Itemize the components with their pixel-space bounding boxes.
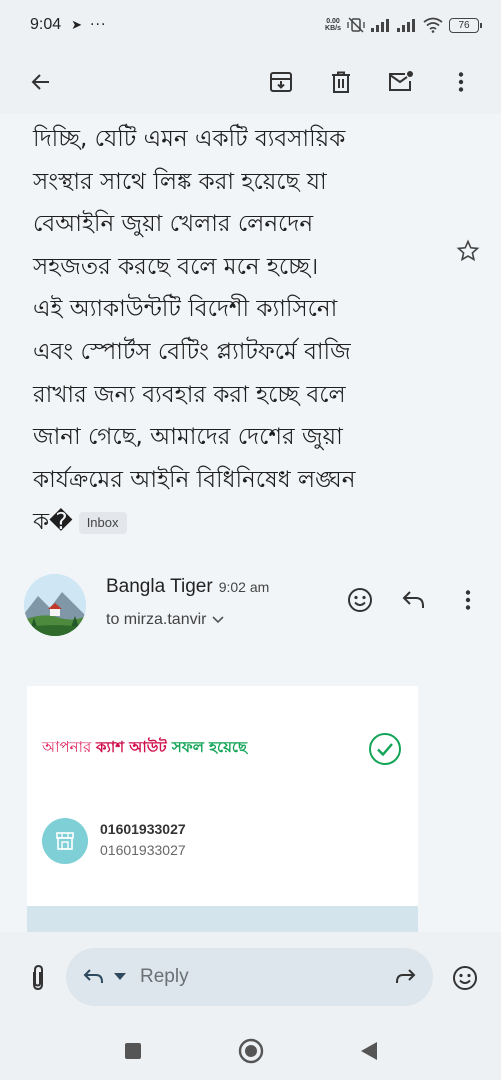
- signal-icon-2: [397, 19, 415, 32]
- body-line-last: ক� Inbox: [33, 501, 433, 544]
- home-button[interactable]: [235, 1035, 267, 1067]
- star-button[interactable]: [452, 235, 484, 267]
- body-line: সংস্থার সাথে লিঙ্ক করা হয়েছে যা: [33, 168, 327, 195]
- signal-icon-1: [371, 19, 389, 32]
- body-line: জানা গেছে, আমাদের দেশের জুয়া: [33, 424, 343, 451]
- paperclip-icon: [33, 964, 43, 991]
- email-content: দিচ্ছি, যেটি এমন একটি ব্যবসায়িক সংস্থার…: [0, 114, 501, 932]
- emoji-icon: [453, 966, 477, 990]
- network-speed-value: 0.00: [326, 18, 340, 25]
- body-line: বেআইনি জুয়া খেলার লেনদেন: [33, 211, 314, 238]
- status-time: 9:04: [30, 16, 62, 33]
- mail-unread-icon: [389, 71, 413, 91]
- body-line: এই অ্যাকাউন্টটি বিদেশী ক্যাসিনো: [33, 296, 338, 323]
- chevron-down-icon: [212, 616, 225, 624]
- network-speed-unit: KB/s: [325, 25, 341, 32]
- emoji-react-button[interactable]: [449, 962, 481, 994]
- archive-icon: [270, 72, 292, 92]
- wifi-icon: [423, 17, 443, 33]
- sent-time: 9:02 am: [218, 579, 270, 595]
- system-nav-bar: [0, 1022, 501, 1080]
- star-icon: [456, 239, 480, 262]
- emoji-icon: [348, 588, 372, 612]
- square-icon: [124, 1043, 141, 1059]
- merchant-number: 01601933027: [100, 842, 186, 858]
- merchant-avatar: [42, 818, 88, 864]
- landscape-avatar-image: [24, 574, 86, 636]
- more-vert-icon: [458, 72, 464, 92]
- archive-button[interactable]: [265, 66, 297, 98]
- recents-button[interactable]: [117, 1035, 149, 1067]
- location-arrow-icon: ➤: [71, 17, 83, 33]
- reply-icon: [83, 969, 103, 983]
- react-button[interactable]: [344, 584, 376, 616]
- recipient-toggle[interactable]: to mirza.tanvir: [106, 611, 225, 629]
- headline-prefix: আপনার: [42, 738, 97, 756]
- battery-icon: 76: [449, 17, 482, 33]
- arrow-left-icon: [31, 74, 49, 90]
- reply-bar: Reply: [0, 932, 501, 1022]
- reply-icon: [402, 591, 424, 608]
- body-line: রাখার জন্য ব্যবহার করা হচ্ছে বলে: [33, 381, 346, 408]
- body-line: এবং স্পোর্টস বেটিং প্ল্যাটফর্মে বাজি: [33, 338, 351, 365]
- headline-success: সফল হয়েছে: [171, 738, 248, 756]
- success-check-icon: [369, 733, 401, 765]
- inbox-label-chip[interactable]: Inbox: [78, 511, 127, 534]
- delete-button[interactable]: [325, 66, 357, 98]
- headline-cashout: ক্যাশ আউট: [96, 738, 172, 756]
- reply-label: Reply: [140, 966, 189, 987]
- status-bar: 9:04 ➤ ··· 0.00 KB/s 76: [0, 0, 501, 50]
- email-body: দিচ্ছি, যেটি এমন একটি ব্যবসায়িক সংস্থার…: [33, 118, 433, 544]
- message-more-button[interactable]: [452, 584, 484, 616]
- merchant-name: 01601933027: [100, 821, 186, 837]
- sender-name: Bangla Tiger: [106, 576, 213, 597]
- email-toolbar: [0, 50, 501, 114]
- body-line-text: ক�: [33, 509, 73, 536]
- recipient-text: to mirza.tanvir: [106, 611, 207, 628]
- network-speed: 0.00 KB/s: [325, 18, 341, 32]
- sender-name-line: Bangla Tiger 9:02 am: [106, 576, 269, 598]
- reply-button[interactable]: [398, 584, 430, 616]
- sender-avatar[interactable]: [24, 574, 86, 636]
- caret-down-icon[interactable]: [114, 973, 126, 981]
- card-footer: [27, 906, 418, 932]
- cashout-headline: আপনার ক্যাশ আউট সফল হয়েছে: [42, 736, 247, 761]
- back-button[interactable]: [24, 65, 58, 99]
- home-circle-icon: [238, 1038, 263, 1064]
- attach-button[interactable]: [22, 962, 54, 994]
- more-vert-icon: [465, 590, 471, 610]
- trash-icon: [332, 71, 350, 93]
- triangle-back-icon: [360, 1042, 377, 1060]
- battery-level: 76: [458, 19, 470, 31]
- sender-actions: [344, 584, 484, 616]
- reply-field[interactable]: Reply: [66, 948, 433, 1006]
- vibrate-off-icon: [347, 17, 365, 33]
- back-nav-button[interactable]: [353, 1035, 385, 1067]
- body-line: সহজতর করছে বলে মনে হচ্ছে।: [33, 253, 319, 280]
- body-line: কার্যক্রমের আইনি বিধিনিষেধ লঙ্ঘন: [33, 466, 356, 493]
- store-icon: [56, 832, 74, 850]
- forward-icon[interactable]: [393, 967, 417, 987]
- sender-row: Bangla Tiger 9:02 am to mirza.tanvir: [24, 574, 484, 638]
- more-notifications-icon: ···: [90, 17, 107, 33]
- mark-unread-button[interactable]: [385, 66, 417, 98]
- body-line: দিচ্ছি, যেটি এমন একটি ব্যবসায়িক: [33, 126, 346, 152]
- more-options-button[interactable]: [445, 66, 477, 98]
- transaction-card: আপনার ক্যাশ আউট সফল হয়েছে 01601933027 0…: [27, 686, 418, 932]
